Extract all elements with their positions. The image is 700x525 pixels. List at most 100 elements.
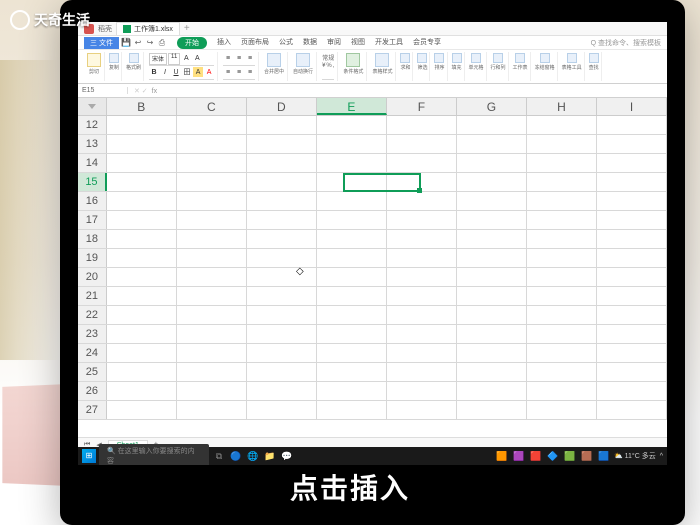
underline-icon[interactable]: U	[171, 67, 181, 77]
row-header[interactable]: 19	[78, 249, 107, 267]
cell[interactable]	[107, 154, 177, 172]
cell[interactable]	[247, 382, 317, 400]
cell[interactable]	[177, 325, 247, 343]
cell[interactable]	[107, 325, 177, 343]
border-icon[interactable]: 田	[182, 67, 192, 77]
command-search[interactable]: Q 查找命令、搜索模板	[591, 38, 661, 48]
cell[interactable]	[247, 154, 317, 172]
row-header[interactable]: 24	[78, 344, 107, 362]
cell[interactable]	[177, 287, 247, 305]
row-header[interactable]: 26	[78, 382, 107, 400]
cell[interactable]	[597, 192, 667, 210]
file-menu[interactable]: 三 文件	[84, 37, 119, 49]
app-icon[interactable]: 🟩	[563, 449, 577, 463]
formula-bar[interactable]: fx	[128, 87, 163, 95]
cell[interactable]	[177, 306, 247, 324]
cell[interactable]	[387, 325, 457, 343]
cell[interactable]	[597, 249, 667, 267]
cell[interactable]	[457, 249, 527, 267]
cell[interactable]	[457, 230, 527, 248]
cell[interactable]	[317, 401, 387, 419]
app-icon[interactable]: 🟥	[529, 449, 543, 463]
tab-layout[interactable]: 页面布局	[241, 37, 269, 49]
row-header[interactable]: 27	[78, 401, 107, 419]
cell[interactable]	[317, 344, 387, 362]
cell[interactable]	[107, 230, 177, 248]
cond-format[interactable]: 条件格式	[340, 52, 367, 81]
chat-icon[interactable]: 💬	[280, 449, 294, 463]
row-header[interactable]: 12	[78, 116, 107, 134]
redo-icon[interactable]: ↪	[145, 38, 155, 48]
cell[interactable]	[177, 230, 247, 248]
fill-color-icon[interactable]: A	[193, 67, 203, 77]
row-header[interactable]: 17	[78, 211, 107, 229]
wrap-group[interactable]: 自动换行	[290, 52, 317, 81]
font-name-select[interactable]: 宋体	[149, 53, 167, 65]
cell[interactable]	[317, 192, 387, 210]
cell[interactable]	[527, 192, 597, 210]
cell[interactable]	[247, 173, 317, 191]
row-header[interactable]: 16	[78, 192, 107, 210]
cell[interactable]	[177, 173, 247, 191]
cell[interactable]	[107, 287, 177, 305]
print-icon[interactable]: ⎙	[157, 38, 167, 48]
app-icon[interactable]: 🟦	[597, 449, 611, 463]
row-header[interactable]: 22	[78, 306, 107, 324]
cell[interactable]	[387, 135, 457, 153]
cell[interactable]	[457, 135, 527, 153]
cell[interactable]	[527, 344, 597, 362]
align-left-icon[interactable]: ≡	[223, 67, 233, 77]
cell[interactable]	[597, 211, 667, 229]
cell[interactable]	[597, 306, 667, 324]
cell[interactable]	[387, 401, 457, 419]
cell[interactable]	[317, 382, 387, 400]
cell[interactable]	[527, 116, 597, 134]
merge-group[interactable]: 合并居中	[261, 52, 288, 81]
cell[interactable]	[597, 173, 667, 191]
cell[interactable]	[317, 249, 387, 267]
cell[interactable]	[387, 344, 457, 362]
cell[interactable]	[317, 154, 387, 172]
cell[interactable]	[597, 344, 667, 362]
cell[interactable]	[527, 382, 597, 400]
cell[interactable]	[457, 116, 527, 134]
cell[interactable]	[387, 268, 457, 286]
col-header[interactable]: F	[387, 98, 457, 115]
cell[interactable]	[597, 154, 667, 172]
cell[interactable]	[247, 249, 317, 267]
cell[interactable]	[597, 401, 667, 419]
cell[interactable]	[457, 192, 527, 210]
cell[interactable]	[107, 249, 177, 267]
taskbar-search[interactable]: 🔍 在这里输入你要搜索的内容	[99, 444, 209, 465]
sort-group[interactable]: 排序	[432, 52, 447, 81]
find-group[interactable]: 查找	[587, 52, 602, 81]
spreadsheet-grid[interactable]: B C D E F G H I 121314151617181920212223…	[78, 98, 667, 437]
cell[interactable]	[597, 230, 667, 248]
cell[interactable]	[387, 363, 457, 381]
cell[interactable]	[317, 211, 387, 229]
cell[interactable]	[317, 287, 387, 305]
cell[interactable]	[107, 268, 177, 286]
tab-view[interactable]: 视图	[351, 37, 365, 49]
align-top-icon[interactable]: ≡	[223, 53, 233, 63]
cell[interactable]	[107, 135, 177, 153]
app-icon[interactable]: 🟪	[512, 449, 526, 463]
cell[interactable]	[457, 401, 527, 419]
row-header[interactable]: 13	[78, 135, 107, 153]
cell[interactable]	[387, 287, 457, 305]
align-bot-icon[interactable]: ≡	[245, 53, 255, 63]
tab-insert[interactable]: 插入	[217, 37, 231, 49]
cell[interactable]	[597, 116, 667, 134]
grow-font-icon[interactable]: A	[181, 53, 191, 63]
cell[interactable]	[317, 325, 387, 343]
cell[interactable]	[387, 154, 457, 172]
freeze-group[interactable]: 冻结窗格	[533, 52, 558, 81]
font-color-icon[interactable]: A	[204, 67, 214, 77]
cell[interactable]	[457, 287, 527, 305]
tab-data[interactable]: 数据	[303, 37, 317, 49]
table-style[interactable]: 表格样式	[369, 52, 396, 81]
system-tray[interactable]: ⛅ 11°C 多云^	[614, 451, 663, 461]
cell[interactable]	[107, 363, 177, 381]
add-tab-button[interactable]: +	[184, 23, 190, 34]
cell[interactable]	[457, 363, 527, 381]
